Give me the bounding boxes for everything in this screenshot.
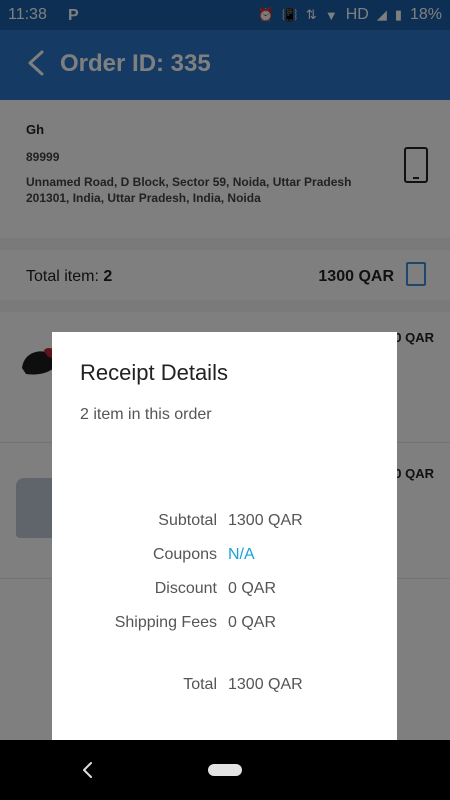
total-row: Total 1300 QAR xyxy=(52,676,397,700)
nav-back-icon[interactable] xyxy=(78,760,98,780)
subtotal-row: Subtotal 1300 QAR xyxy=(52,512,397,536)
discount-value: 0 QAR xyxy=(228,580,277,597)
dialog-subtitle: 2 item in this order xyxy=(80,406,212,423)
shipping-fees-label: Shipping Fees xyxy=(114,614,217,631)
receipt-details-dialog: Receipt Details 2 item in this order Sub… xyxy=(52,332,397,740)
nav-home-pill[interactable] xyxy=(208,764,242,776)
system-nav-bar xyxy=(0,740,450,800)
shipping-fees-value: 0 QAR xyxy=(228,614,277,631)
shipping-fees-row: Shipping Fees 0 QAR xyxy=(52,614,397,638)
discount-label: Discount xyxy=(154,580,217,597)
coupons-value[interactable]: N/A xyxy=(228,546,255,564)
subtotal-label: Subtotal xyxy=(158,512,217,529)
discount-row: Discount 0 QAR xyxy=(52,580,397,604)
dialog-title: Receipt Details xyxy=(80,360,228,385)
subtotal-value: 1300 QAR xyxy=(228,512,303,529)
coupons-label: Coupons xyxy=(152,546,217,563)
total-label: Total xyxy=(183,676,217,693)
coupons-row: Coupons N/A xyxy=(52,546,397,570)
total-value: 1300 QAR xyxy=(228,676,303,693)
